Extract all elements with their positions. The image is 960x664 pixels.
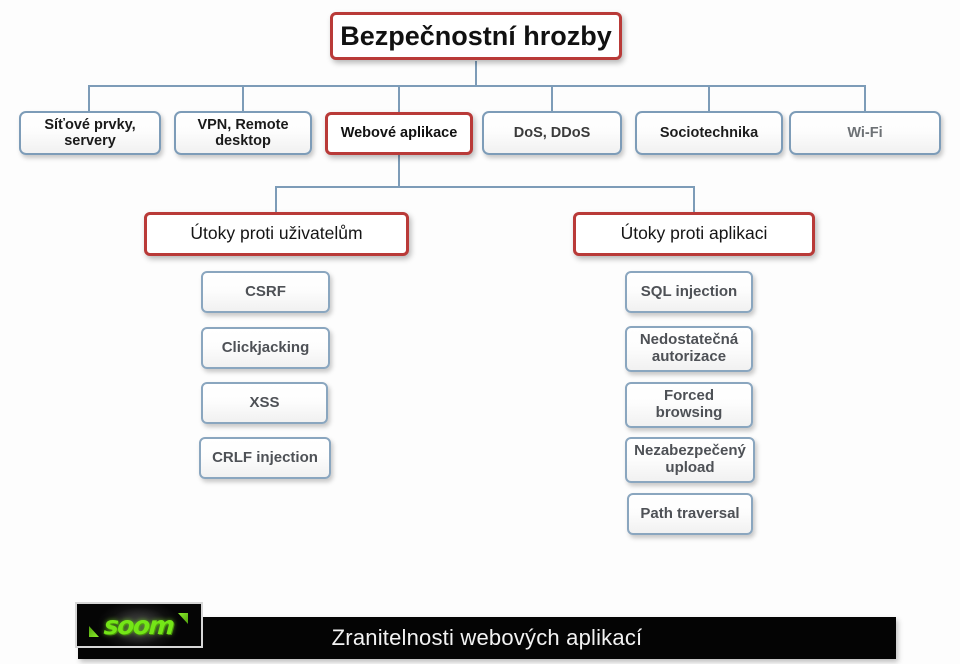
leaf-clickjacking[interactable]: Clickjacking — [201, 327, 330, 369]
node-label: Wi-Fi — [847, 124, 883, 141]
leaf-path-traversal[interactable]: Path traversal — [627, 493, 753, 535]
node-label: Forced browsing — [655, 387, 723, 421]
node-vpn-remote-desktop[interactable]: VPN, Remote desktop — [174, 111, 312, 155]
node-label: Sociotechnika — [659, 124, 759, 141]
logo-accent-left-icon — [89, 626, 99, 637]
leaf-sql-injection[interactable]: SQL injection — [625, 271, 753, 313]
node-dos-ddos[interactable]: DoS, DDoS — [482, 111, 622, 155]
diagram-canvas: Bezpečnostní hrozby Síťové prvky, server… — [0, 0, 960, 664]
node-utoky-proti-uzivatelum[interactable]: Útoky proti uživatelům — [144, 212, 409, 256]
node-label: VPN, Remote desktop — [197, 116, 289, 149]
soom-logo[interactable]: soom — [75, 602, 203, 648]
node-root-bezpecnostni-hrozby[interactable]: Bezpečnostní hrozby — [330, 12, 622, 60]
node-wifi[interactable]: Wi-Fi — [789, 111, 941, 155]
leaf-forced-browsing[interactable]: Forced browsing — [625, 382, 753, 428]
node-label: Útoky proti aplikaci — [620, 223, 768, 244]
connector-lines — [88, 61, 866, 213]
node-label: Nezabezpečený upload — [634, 442, 746, 476]
leaf-crlf-injection[interactable]: CRLF injection — [199, 437, 331, 479]
node-sitove-prvky-servery[interactable]: Síťové prvky, servery — [19, 111, 161, 155]
logo-accent-right-icon — [178, 613, 188, 624]
node-label: Útoky proti uživatelům — [190, 223, 363, 244]
node-label: CSRF — [245, 282, 286, 300]
node-label: Síťové prvky, servery — [44, 116, 136, 149]
node-label: Path traversal — [640, 504, 740, 522]
node-label: CRLF injection — [212, 448, 318, 466]
node-label: Bezpečnostní hrozby — [340, 20, 612, 51]
leaf-nezabezpeceny-upload[interactable]: Nezabezpečený upload — [625, 437, 755, 483]
node-utoky-proti-aplikaci[interactable]: Útoky proti aplikaci — [573, 212, 815, 256]
leaf-nedostatecna-autorizace[interactable]: Nedostatečná autorizace — [625, 326, 753, 372]
node-sociotechnika[interactable]: Sociotechnika — [635, 111, 783, 155]
node-webove-aplikace[interactable]: Webové aplikace — [325, 112, 473, 155]
node-label: Webové aplikace — [340, 125, 458, 142]
node-label: Nedostatečná autorizace — [639, 331, 739, 365]
node-label: DoS, DDoS — [513, 124, 591, 141]
node-label: SQL injection — [640, 282, 738, 300]
leaf-csrf[interactable]: CSRF — [201, 271, 330, 313]
node-label: XSS — [249, 393, 280, 411]
logo-text: soom — [103, 610, 175, 640]
node-label: Clickjacking — [221, 338, 310, 356]
leaf-xss[interactable]: XSS — [201, 382, 328, 424]
